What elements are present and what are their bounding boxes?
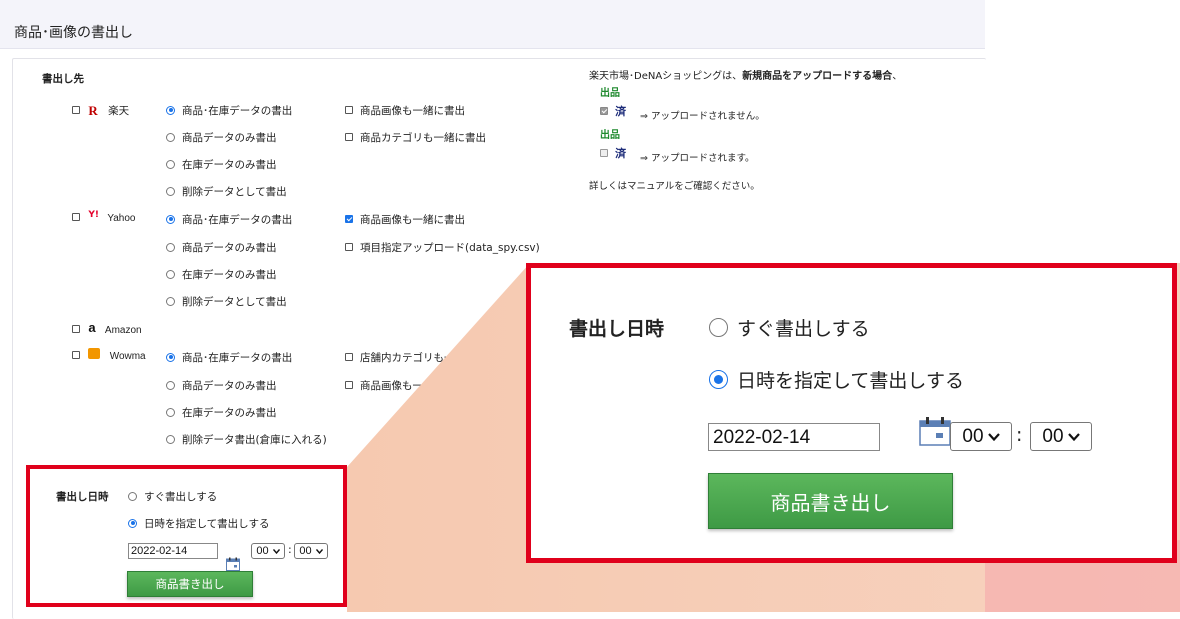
wowma-row: Wowma <box>72 347 146 362</box>
title-bar: 商品･画像の書出し <box>0 0 985 49</box>
note-line: 楽天市場･DeNAショッピングは、新規商品をアップロードする場合、 <box>589 71 903 82</box>
export-button-small[interactable]: 商品書き出し <box>127 571 253 597</box>
radio-selected[interactable] <box>709 370 728 389</box>
radio[interactable] <box>166 407 175 417</box>
rakuten-extra-images[interactable]: 商品画像も一緒に書出 <box>345 103 465 118</box>
wowma-option-1[interactable]: 商品･在庫データの書出 <box>166 350 292 365</box>
yahoo-extra-images[interactable]: 商品画像も一緒に書出 <box>345 212 465 227</box>
amazon-label: Amazon <box>104 324 142 336</box>
amazon-row: a Amazon <box>72 320 142 337</box>
yahoo-option-4[interactable]: 削除データとして書出 <box>166 294 287 309</box>
radio[interactable] <box>166 186 175 196</box>
minute-select-small[interactable]: 00 <box>294 543 328 559</box>
checkbox[interactable] <box>345 133 353 141</box>
listed-badge-top-2: 出品 <box>600 130 620 141</box>
rakuten-row: R 楽天 <box>72 103 129 119</box>
wowma-option-4[interactable]: 削除データ書出(倉庫に入れる) <box>166 432 327 447</box>
radio[interactable] <box>166 242 175 252</box>
chevron-down-icon <box>272 548 280 554</box>
schedule-now-small[interactable]: すぐ書出しする <box>128 489 217 504</box>
yahoo-option-1[interactable]: 商品･在庫データの書出 <box>166 212 292 227</box>
hour-select-large[interactable]: 00 <box>950 422 1012 451</box>
rakuten-option-2[interactable]: 商品データのみ書出 <box>166 130 277 145</box>
rakuten-option-1[interactable]: 商品･在庫データの書出 <box>166 103 292 118</box>
chevron-down-icon <box>987 432 1000 441</box>
date-input-large[interactable]: 2022-02-14 <box>708 423 880 451</box>
yahoo-option-2[interactable]: 商品データのみ書出 <box>166 240 277 255</box>
schedule-specify-large[interactable]: 日時を指定して書出しする <box>709 366 964 393</box>
radio[interactable] <box>166 159 175 169</box>
radio-selected[interactable] <box>166 105 175 115</box>
wowma-label: Wowma <box>109 351 146 362</box>
amazon-logo-icon: a <box>88 320 96 335</box>
yahoo-label: Yahoo <box>107 213 136 224</box>
rakuten-checkbox[interactable] <box>72 106 80 114</box>
schedule-now-large[interactable]: すぐ書出しする <box>709 314 870 341</box>
hour-select-small[interactable]: 00 <box>251 543 285 559</box>
listed-badge-top: 出品 <box>600 88 620 99</box>
yahoo-checkbox[interactable] <box>72 213 80 221</box>
time-colon-small: : <box>288 543 292 556</box>
radio[interactable] <box>166 380 175 390</box>
calendar-icon[interactable] <box>226 556 240 571</box>
date-input-small[interactable]: 2022-02-14 <box>128 543 218 559</box>
time-colon-large: : <box>1016 424 1023 446</box>
checkbox-checked[interactable] <box>345 215 353 223</box>
schedule-label-small: 書出し日時 <box>56 491 109 503</box>
checkbox[interactable] <box>345 106 353 114</box>
note-unchecked-text: ⇒ アップロードされます。 <box>640 153 755 164</box>
note-footer: 詳しくはマニュアルをご確認ください。 <box>589 181 760 192</box>
radio[interactable] <box>128 491 137 501</box>
wowma-option-2[interactable]: 商品データのみ書出 <box>166 378 277 393</box>
checkbox[interactable] <box>345 381 353 389</box>
checkbox[interactable] <box>345 243 353 251</box>
radio-selected[interactable] <box>166 214 175 224</box>
yahoo-row: Y! Yahoo <box>72 210 136 224</box>
schedule-label-large: 書出し日時 <box>569 318 665 340</box>
radio-selected[interactable] <box>166 352 175 362</box>
wowma-extra-category[interactable]: 店舗内カテゴリも一緒に書出 <box>345 350 497 365</box>
page-title: 商品･画像の書出し <box>14 25 133 41</box>
wowma-option-3[interactable]: 在庫データのみ書出 <box>166 405 277 420</box>
minute-select-large[interactable]: 00 <box>1030 422 1092 451</box>
chevron-down-icon <box>1067 432 1080 441</box>
yahoo-logo-icon: Y! <box>88 210 99 220</box>
chevron-down-icon <box>315 548 323 554</box>
radio[interactable] <box>166 434 175 444</box>
rakuten-logo-icon: R <box>88 103 98 118</box>
note-checked-text: ⇒ アップロードされません。 <box>640 111 765 122</box>
checkbox-checked-sample <box>600 106 608 115</box>
yahoo-option-3[interactable]: 在庫データのみ書出 <box>166 267 277 282</box>
calendar-icon[interactable] <box>919 416 951 446</box>
listed-badge-checked: 済 <box>600 100 626 119</box>
export-target-label: 書出し先 <box>42 73 84 85</box>
rakuten-option-4[interactable]: 削除データとして書出 <box>166 184 287 199</box>
radio[interactable] <box>166 296 175 306</box>
checkbox-sample <box>600 148 608 157</box>
export-button-large[interactable]: 商品書き出し <box>708 473 953 529</box>
yahoo-extra-itemspec[interactable]: 項目指定アップロード(data_spy.csv) <box>345 240 540 255</box>
rakuten-label: 楽天 <box>108 105 130 117</box>
amazon-checkbox[interactable] <box>72 324 80 333</box>
radio-selected[interactable] <box>128 518 137 528</box>
checkbox[interactable] <box>345 353 353 361</box>
wowma-logo-icon <box>88 347 101 359</box>
radio[interactable] <box>709 318 728 337</box>
listed-badge-unchecked: 済 <box>600 142 626 161</box>
rakuten-extra-category[interactable]: 商品カテゴリも一緒に書出 <box>345 130 486 145</box>
wowma-extra-images[interactable]: 商品画像も一緒に書出 <box>345 378 465 393</box>
wowma-checkbox[interactable] <box>72 351 80 359</box>
schedule-specify-small[interactable]: 日時を指定して書出しする <box>128 516 269 531</box>
radio[interactable] <box>166 269 175 279</box>
radio[interactable] <box>166 132 175 142</box>
rakuten-option-3[interactable]: 在庫データのみ書出 <box>166 157 277 172</box>
